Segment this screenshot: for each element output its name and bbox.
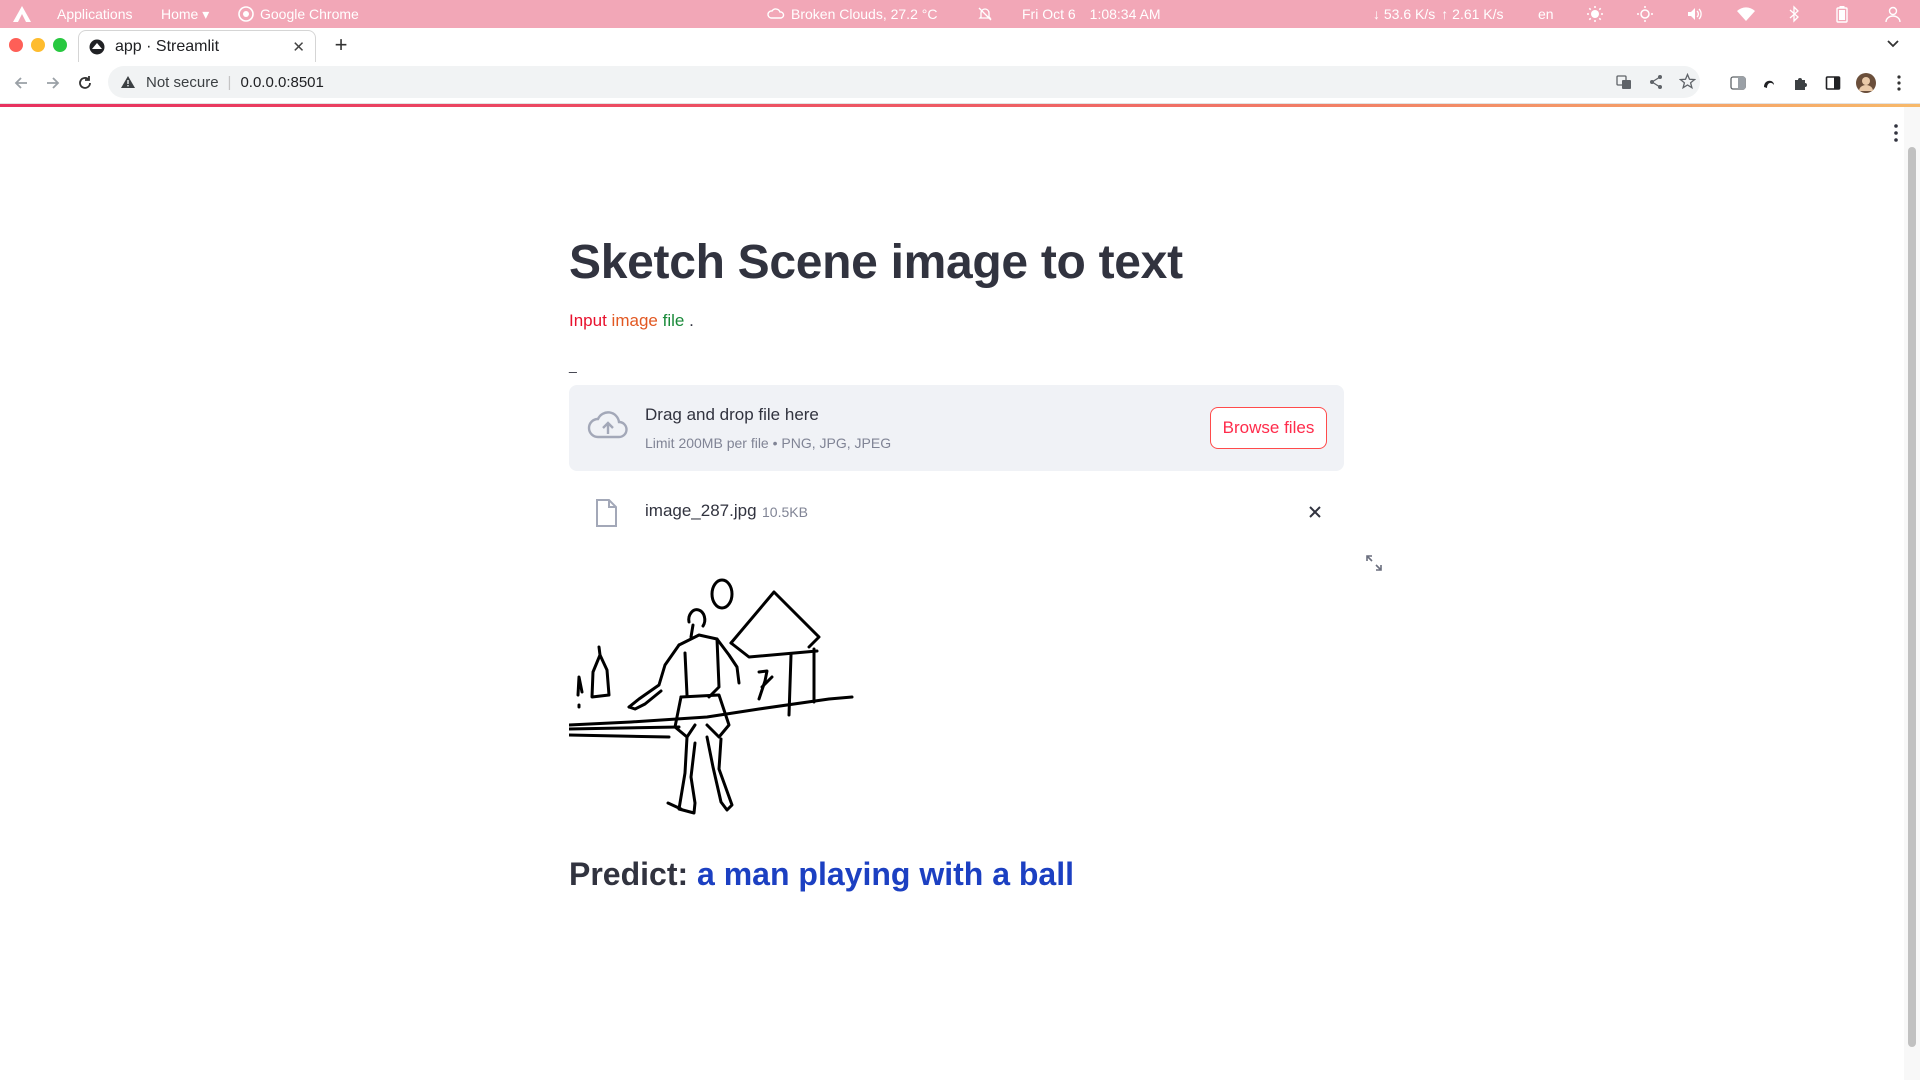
warning-triangle-icon <box>121 76 135 88</box>
page-title: Sketch Scene image to text <box>569 236 1183 289</box>
net-up-label: ↑ 2.61 K/s <box>1441 6 1504 22</box>
notifications-muted-icon[interactable] <box>977 0 993 28</box>
subtitle-word-image: image <box>611 311 658 330</box>
security-label: Not secure <box>146 73 219 91</box>
translate-icon[interactable] <box>1616 74 1632 94</box>
url-text: 0.0.0.0:8501 <box>240 73 324 91</box>
streamlit-app: Sketch Scene image to text Input image f… <box>0 107 1904 1080</box>
fullscreen-expand-icon[interactable] <box>1365 554 1383 577</box>
address-bar[interactable]: Not secure | 0.0.0.0:8501 <box>108 66 1700 98</box>
chrome-menu-icon[interactable] <box>1888 72 1910 94</box>
date-label: Fri Oct 6 <box>1022 6 1076 22</box>
uploaded-file-row: image_287.jpg 10.5KB <box>569 487 1344 537</box>
back-arrow-icon[interactable] <box>10 72 32 94</box>
subtitle-period: . <box>689 311 694 330</box>
wifi-icon[interactable] <box>1736 0 1756 28</box>
home-menu[interactable]: Home ▾ <box>161 0 209 28</box>
weather-indicator[interactable]: Broken Clouds, 27.2 °C <box>767 0 937 28</box>
profile-avatar[interactable] <box>1855 72 1877 94</box>
bookmark-star-icon[interactable] <box>1678 72 1697 94</box>
browser-tab[interactable]: app · Streamlit ✕ <box>78 30 316 62</box>
night-light-icon[interactable] <box>1636 0 1654 28</box>
network-speed[interactable]: ↓ 53.6 K/s ↑ 2.61 K/s <box>1373 0 1504 28</box>
active-app-label: Google Chrome <box>260 6 359 22</box>
delete-file-icon[interactable] <box>1304 501 1326 523</box>
volume-icon[interactable] <box>1686 0 1704 28</box>
cloud-icon <box>767 8 785 19</box>
prediction-label: Predict: <box>569 856 689 892</box>
tab-title: app · Streamlit <box>115 37 220 55</box>
scrollbar-thumb[interactable] <box>1908 147 1916 1047</box>
language-label: en <box>1538 6 1554 22</box>
browser-tab-strip: app · Streamlit ✕ + <box>0 28 1920 62</box>
prediction-result: Predict: a man playing with a ball <box>569 856 1074 893</box>
address-divider: | <box>227 73 232 91</box>
applications-label: Applications <box>57 6 133 22</box>
os-top-bar: Applications Home ▾ Google Chrome Broken… <box>0 0 1920 28</box>
streamlit-favicon-icon <box>89 39 105 54</box>
close-window-button[interactable] <box>9 38 23 52</box>
battery-icon[interactable] <box>1836 0 1848 28</box>
time-label: 1:08:34 AM <box>1089 6 1161 22</box>
subtitle-word-file: file <box>662 311 685 330</box>
os-logo-icon[interactable] <box>12 0 32 28</box>
file-name: image_287.jpg <box>645 501 757 520</box>
forward-arrow-icon[interactable] <box>42 72 64 94</box>
net-down-label: ↓ 53.6 K/s <box>1373 6 1436 22</box>
file-dropzone[interactable]: Drag and drop file here Limit 200MB per … <box>569 385 1344 471</box>
cloud-upload-icon <box>587 409 629 448</box>
language-indicator[interactable]: en <box>1538 0 1554 28</box>
weather-label: Broken Clouds, 27.2 °C <box>791 6 938 22</box>
reload-icon[interactable] <box>74 72 96 94</box>
brightness-icon[interactable] <box>1586 0 1604 28</box>
page-scrollbar[interactable] <box>1904 107 1920 1080</box>
file-size: 10.5KB <box>762 504 808 520</box>
extension-1-icon[interactable] <box>1727 72 1749 94</box>
extensions-puzzle-icon[interactable] <box>1790 72 1812 94</box>
minimize-window-button[interactable] <box>31 38 45 52</box>
bluetooth-icon[interactable] <box>1788 0 1800 28</box>
chrome-icon <box>238 6 254 22</box>
close-tab-icon[interactable]: ✕ <box>292 38 305 56</box>
subtitle-word-input: Input <box>569 311 607 330</box>
file-icon <box>595 499 617 532</box>
dropzone-limits: Limit 200MB per file • PNG, JPG, JPEG <box>645 435 892 451</box>
extension-2-icon[interactable] <box>1758 72 1780 94</box>
side-panel-icon[interactable] <box>1822 72 1844 94</box>
browser-toolbar: Not secure | 0.0.0.0:8501 <box>0 62 1920 104</box>
browse-files-button[interactable]: Browse files <box>1210 407 1327 449</box>
share-icon[interactable] <box>1648 74 1664 94</box>
clock[interactable]: Fri Oct 6 1:08:34 AM <box>1022 0 1161 28</box>
dropzone-title: Drag and drop file here <box>645 405 819 424</box>
home-label: Home ▾ <box>161 5 210 22</box>
prediction-value: a man playing with a ball <box>697 856 1074 892</box>
tab-search-chevron-icon[interactable] <box>1886 36 1900 55</box>
user-icon[interactable] <box>1884 0 1902 28</box>
applications-menu[interactable]: Applications <box>57 0 133 28</box>
subtitle: Input image file . <box>569 311 694 331</box>
active-app-indicator[interactable]: Google Chrome <box>238 0 359 28</box>
maximize-window-button[interactable] <box>53 38 67 52</box>
new-tab-button[interactable]: + <box>328 32 354 58</box>
uploader-label: _ <box>569 357 577 373</box>
